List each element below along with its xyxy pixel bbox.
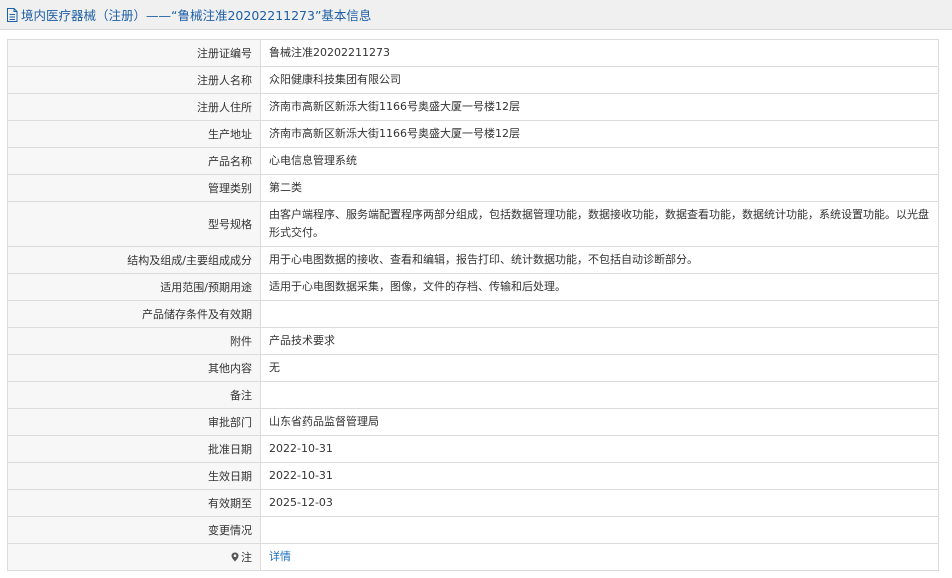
table-row: 适用范围/预期用途 适用于心电图数据采集，图像，文件的存档、传输和后处理。 <box>7 273 939 301</box>
table-row: 审批部门 山东省药品监督管理局 <box>7 408 939 436</box>
info-table: 注册证编号 鲁械注准20202211273 注册人名称 众阳健康科技集团有限公司… <box>7 39 939 571</box>
row-label: 注册证编号 <box>7 39 261 67</box>
note-value: 详情 <box>260 543 939 571</box>
row-label: 生效日期 <box>7 462 261 490</box>
row-value: 第二类 <box>260 174 939 202</box>
row-value <box>260 381 939 409</box>
map-pin-icon <box>231 552 239 562</box>
row-value: 由客户端程序、服务端配置程序两部分组成，包括数据管理功能，数据接收功能，数据查看… <box>260 201 939 247</box>
table-row: 变更情况 <box>7 516 939 544</box>
row-value: 济南市高新区新泺大街1166号奥盛大厦一号楼12层 <box>260 120 939 148</box>
page-header: 境内医疗器械（注册）——“鲁械注准20202211273”基本信息 <box>0 0 952 30</box>
row-value: 无 <box>260 354 939 382</box>
note-label: 注 <box>7 543 261 571</box>
table-row: 其他内容 无 <box>7 354 939 382</box>
row-value: 用于心电图数据的接收、查看和编辑，报告打印、统计数据功能，不包括自动诊断部分。 <box>260 246 939 274</box>
row-label: 其他内容 <box>7 354 261 382</box>
table-row: 注 详情 <box>7 543 939 571</box>
table-row: 备注 <box>7 381 939 409</box>
row-value: 产品技术要求 <box>260 327 939 355</box>
row-value: 2025-12-03 <box>260 489 939 517</box>
row-label: 批准日期 <box>7 435 261 463</box>
row-label: 注册人住所 <box>7 93 261 121</box>
info-table-container: 注册证编号 鲁械注准20202211273 注册人名称 众阳健康科技集团有限公司… <box>7 39 939 571</box>
table-row: 产品储存条件及有效期 <box>7 300 939 328</box>
row-value <box>260 516 939 544</box>
table-row: 批准日期 2022-10-31 <box>7 435 939 463</box>
row-value: 2022-10-31 <box>260 435 939 463</box>
table-row: 生产地址 济南市高新区新泺大街1166号奥盛大厦一号楼12层 <box>7 120 939 148</box>
row-label: 变更情况 <box>7 516 261 544</box>
table-row: 注册人名称 众阳健康科技集团有限公司 <box>7 66 939 94</box>
table-row: 型号规格 由客户端程序、服务端配置程序两部分组成，包括数据管理功能，数据接收功能… <box>7 201 939 247</box>
table-row: 结构及组成/主要组成成分 用于心电图数据的接收、查看和编辑，报告打印、统计数据功… <box>7 246 939 274</box>
row-value: 心电信息管理系统 <box>260 147 939 175</box>
note-label-text: 注 <box>241 551 252 564</box>
row-label: 管理类别 <box>7 174 261 202</box>
row-value: 鲁械注准20202211273 <box>260 39 939 67</box>
row-label: 注册人名称 <box>7 66 261 94</box>
row-label: 产品储存条件及有效期 <box>7 300 261 328</box>
row-label: 备注 <box>7 381 261 409</box>
row-label: 适用范围/预期用途 <box>7 273 261 301</box>
table-row: 生效日期 2022-10-31 <box>7 462 939 490</box>
table-row: 注册人住所 济南市高新区新泺大街1166号奥盛大厦一号楼12层 <box>7 93 939 121</box>
row-value: 济南市高新区新泺大街1166号奥盛大厦一号楼12层 <box>260 93 939 121</box>
row-label: 有效期至 <box>7 489 261 517</box>
row-label: 产品名称 <box>7 147 261 175</box>
row-value: 适用于心电图数据采集，图像，文件的存档、传输和后处理。 <box>260 273 939 301</box>
row-label: 审批部门 <box>7 408 261 436</box>
row-value: 山东省药品监督管理局 <box>260 408 939 436</box>
table-row: 注册证编号 鲁械注准20202211273 <box>7 39 939 67</box>
row-label: 结构及组成/主要组成成分 <box>7 246 261 274</box>
table-row: 附件 产品技术要求 <box>7 327 939 355</box>
row-value: 众阳健康科技集团有限公司 <box>260 66 939 94</box>
row-value <box>260 300 939 328</box>
page-title: 境内医疗器械（注册）——“鲁械注准20202211273”基本信息 <box>21 8 372 23</box>
table-row: 管理类别 第二类 <box>7 174 939 202</box>
row-value: 2022-10-31 <box>260 462 939 490</box>
table-row: 有效期至 2025-12-03 <box>7 489 939 517</box>
document-icon <box>7 7 18 22</box>
row-label: 生产地址 <box>7 120 261 148</box>
details-link[interactable]: 详情 <box>269 550 291 563</box>
table-row: 产品名称 心电信息管理系统 <box>7 147 939 175</box>
row-label: 型号规格 <box>7 201 261 247</box>
row-label: 附件 <box>7 327 261 355</box>
